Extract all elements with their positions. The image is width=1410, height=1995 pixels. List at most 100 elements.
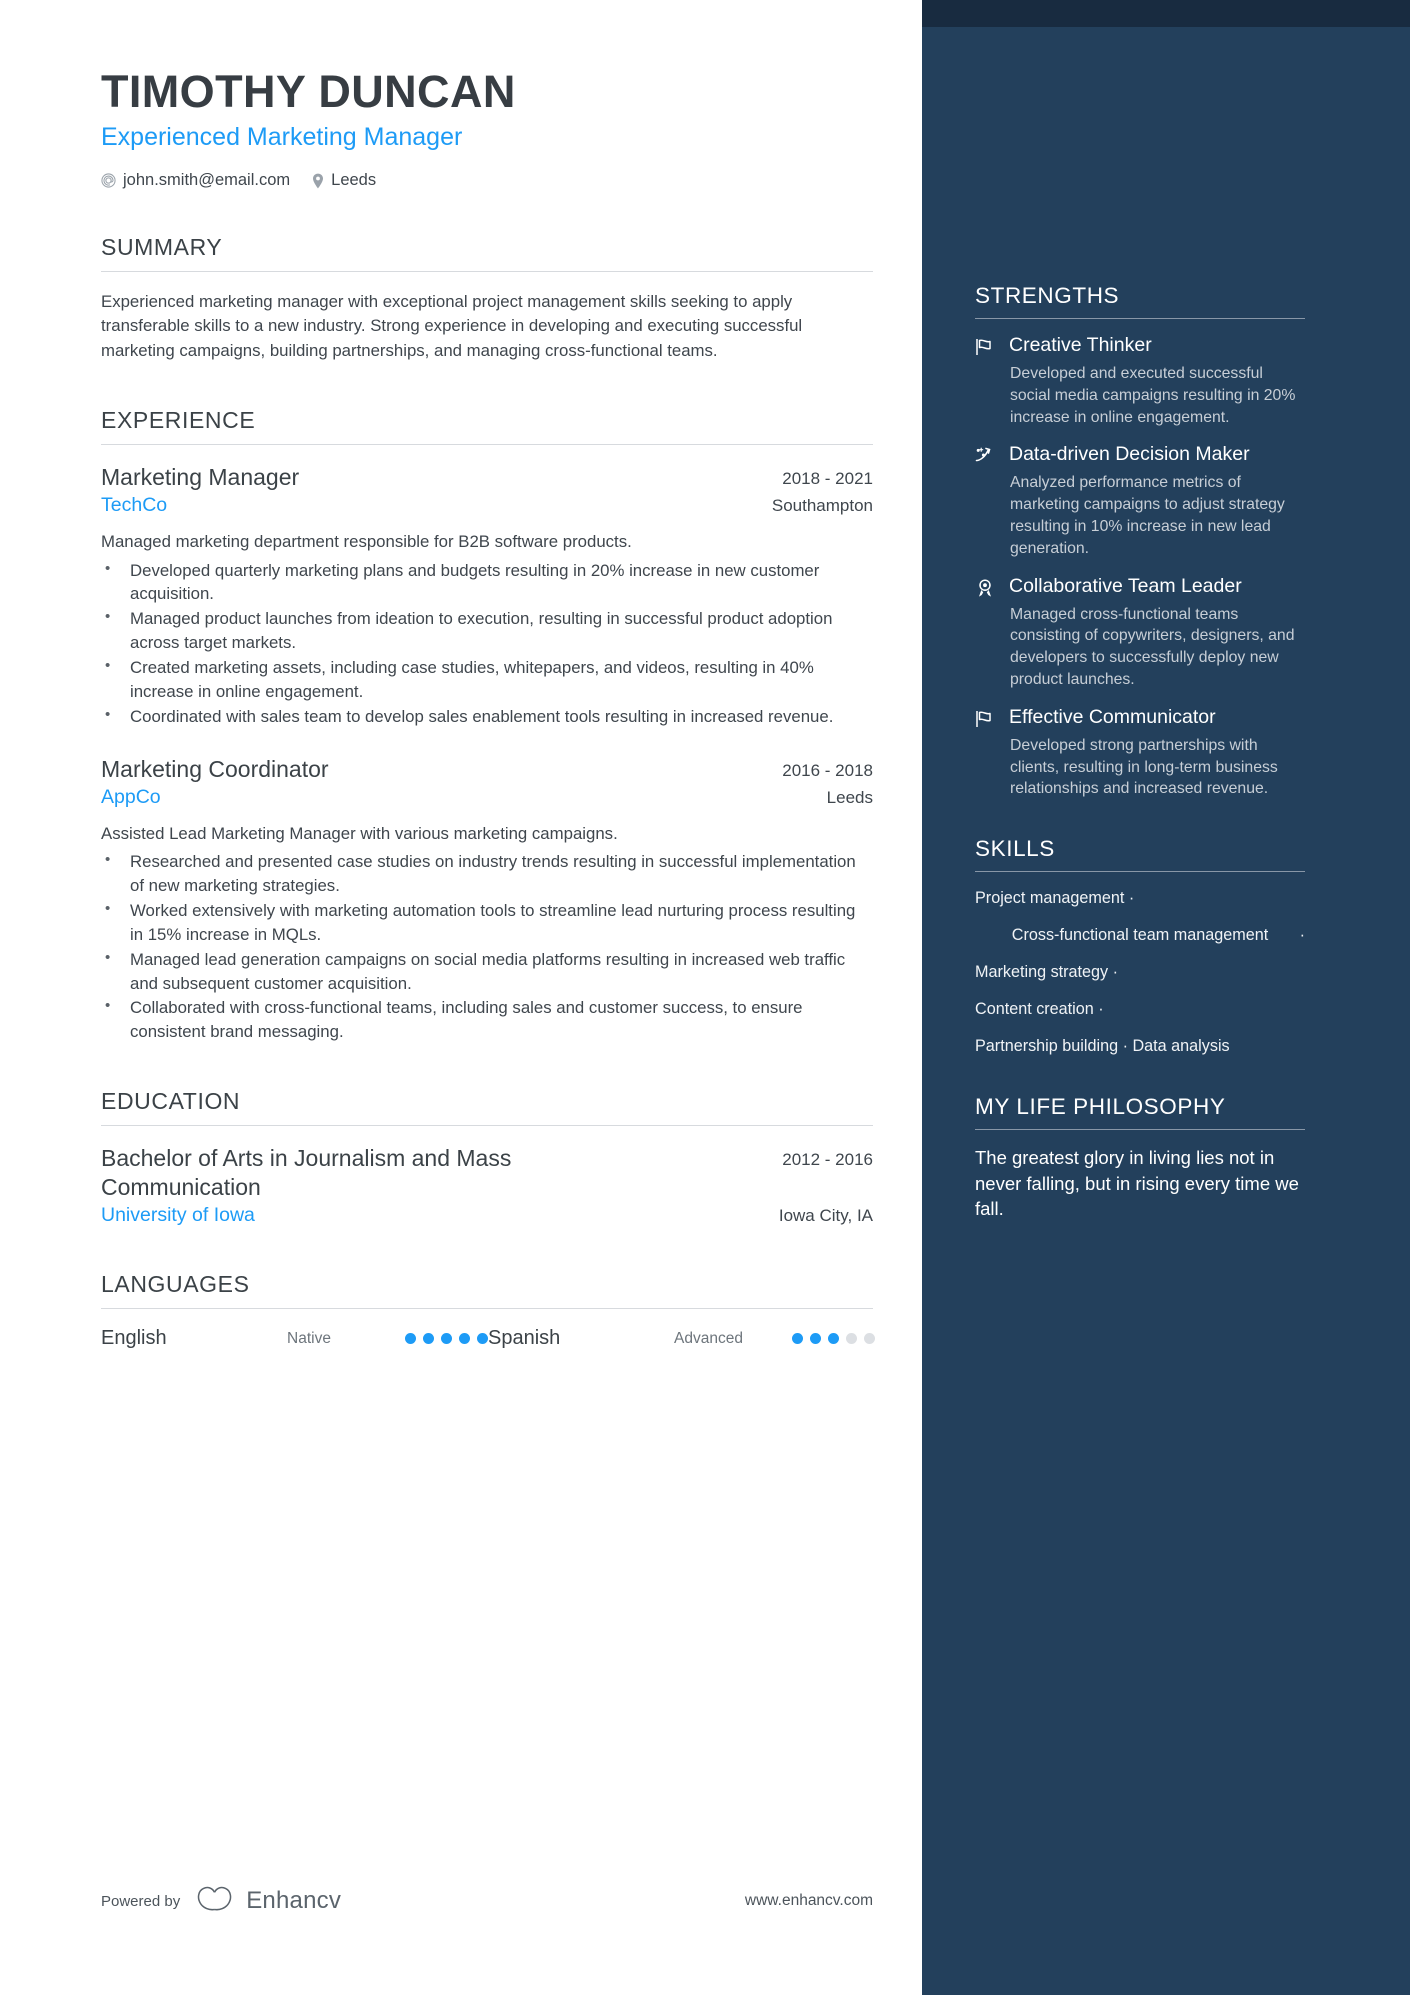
page-title: TIMOTHY DUNCAN (101, 66, 516, 117)
email-icon (101, 173, 116, 188)
enhancv-logo-icon (194, 1885, 236, 1917)
contact-row: john.smith@email.com Leeds (101, 171, 922, 190)
divider (975, 318, 1305, 319)
skill-line: Project management · (975, 889, 1135, 908)
rating-dot (828, 1333, 839, 1345)
experience-entry: Marketing Manager 2018 - 2021 TechCo Sou… (101, 463, 873, 729)
experience-description: Assisted Lead Marketing Manager with var… (101, 823, 618, 843)
list-item: Collaborated with cross-functional teams… (101, 995, 873, 1044)
contact-email[interactable]: john.smith@email.com (101, 171, 290, 190)
education-entry-header: Bachelor of Arts in Journalism and Mass … (101, 1144, 873, 1202)
language-level: Advanced (674, 1329, 743, 1347)
rating-dot (477, 1333, 488, 1345)
brand-lockup: Enhancv (194, 1885, 341, 1917)
section-experience: EXPERIENCE Marketing Manager 2018 - 2021… (101, 407, 873, 1044)
strength-description: Analyzed performance metrics of marketin… (1010, 474, 1285, 557)
strength-body: Effective Communicator Developed strong … (1009, 706, 1305, 800)
experience-entry-header: Marketing Coordinator 2016 - 2018 (101, 755, 873, 784)
strength-body: Creative Thinker Developed and executed … (1009, 334, 1305, 428)
divider (975, 1129, 1305, 1131)
job-title: Experienced Marketing Manager (101, 123, 463, 152)
summary-text: Experienced marketing manager with excep… (101, 292, 803, 360)
education-entry: Bachelor of Arts in Journalism and Mass … (101, 1144, 873, 1227)
language-rating-dots (405, 1333, 488, 1345)
flag-icon (975, 334, 997, 356)
rating-dot (423, 1333, 434, 1345)
list-item: Created marketing assets, including case… (101, 655, 873, 704)
list-item: Coordinated with sales team to develop s… (101, 704, 873, 729)
strength-name: Data-driven Decision Maker (1009, 443, 1250, 466)
footer-url[interactable]: www.enhancv.com (745, 1892, 873, 1910)
powered-by-label: Powered by (101, 1892, 181, 1910)
skills-list: Project management · Cross-functional te… (975, 887, 1305, 1058)
experience-role: Marketing Manager (101, 463, 300, 490)
language-item: English Native (101, 1327, 488, 1350)
sidebar-top-strip (922, 0, 1410, 27)
main-column: TIMOTHY DUNCAN Experienced Marketing Man… (0, 0, 922, 1995)
rating-dot (441, 1333, 452, 1345)
language-rating-dots (792, 1333, 875, 1345)
languages-row: English Native Spanish Advanced (101, 1327, 875, 1350)
contact-location[interactable]: Leeds (312, 171, 376, 190)
divider (101, 271, 873, 273)
divider (101, 1125, 873, 1127)
strength-item: Effective Communicator Developed strong … (975, 706, 1305, 800)
section-title-summary: SUMMARY (101, 234, 223, 261)
skill-line: Cross-functional team management · (975, 924, 1305, 947)
strength-body: Data-driven Decision Maker Analyzed perf… (1009, 443, 1305, 559)
flag-icon (975, 706, 997, 728)
experience-bullets: Researched and presented case studies on… (101, 849, 873, 1044)
section-title-skills: SKILLS (975, 836, 1055, 862)
location-pin-icon (312, 173, 324, 189)
experience-entry-subheader: TechCo Southampton (101, 494, 873, 517)
section-skills: SKILLS Project management · Cross-functi… (975, 836, 1305, 1058)
divider (975, 871, 1305, 873)
section-title-languages: LANGUAGES (101, 1271, 250, 1298)
skill-line: Partnership building · Data analysis (975, 1037, 1230, 1056)
section-strengths: STRENGTHS Creative Thinker Developed and… (975, 283, 1305, 800)
section-title-experience: EXPERIENCE (101, 406, 256, 433)
list-item: Researched and presented case studies on… (101, 849, 873, 898)
skill-line-text: Cross-functional team management (1011, 926, 1269, 945)
strength-item: Collaborative Team Leader Managed cross-… (975, 575, 1305, 691)
strength-name: Effective Communicator (1009, 705, 1216, 728)
section-title-education: EDUCATION (101, 1088, 241, 1115)
strength-description: Developed strong partnerships with clien… (1010, 736, 1278, 798)
section-philosophy: MY LIFE PHILOSOPHY The greatest glory in… (975, 1094, 1305, 1222)
experience-date: 2016 - 2018 (782, 760, 873, 780)
strength-description: Developed and executed successful social… (1010, 364, 1296, 426)
language-name: Spanish (488, 1327, 561, 1350)
experience-company[interactable]: AppCo (101, 786, 161, 809)
experience-location: Leeds (826, 787, 873, 807)
experience-role: Marketing Coordinator (101, 755, 329, 782)
strength-name: Creative Thinker (1009, 334, 1152, 356)
experience-entry: Marketing Coordinator 2016 - 2018 AppCo … (101, 755, 873, 1045)
rating-dot (810, 1333, 821, 1345)
list-item: Developed quarterly marketing plans and … (101, 558, 873, 607)
footer: Powered by Enhancv www.enhancv.com (101, 1885, 873, 1917)
list-item: Worked extensively with marketing automa… (101, 898, 873, 947)
resume-page: TIMOTHY DUNCAN Experienced Marketing Man… (0, 0, 1410, 1995)
divider (101, 443, 873, 445)
contact-email-text: john.smith@email.com (123, 171, 291, 190)
strength-item: Creative Thinker Developed and executed … (975, 334, 1305, 428)
powered-by: Powered by Enhancv (101, 1885, 341, 1917)
language-level: Native (287, 1329, 331, 1347)
experience-description: Managed marketing department responsible… (101, 531, 632, 551)
education-entry-subheader: University of Iowa Iowa City, IA (101, 1204, 873, 1227)
contact-location-text: Leeds (331, 171, 377, 190)
skill-separator-dot: · (1299, 926, 1305, 945)
experience-company[interactable]: TechCo (101, 494, 167, 517)
divider (101, 1308, 873, 1310)
experience-location: Southampton (771, 495, 873, 515)
language-name: English (101, 1327, 167, 1350)
skill-line: Content creation · (975, 1000, 1104, 1019)
experience-entry-subheader: AppCo Leeds (101, 786, 873, 809)
rating-dot (792, 1333, 803, 1345)
skill-line: Marketing strategy · (975, 963, 1119, 982)
rating-dot (459, 1333, 470, 1345)
list-item: Managed product launches from ideation t… (101, 606, 873, 655)
section-summary: SUMMARY Experienced marketing manager wi… (101, 234, 873, 363)
experience-bullets: Developed quarterly marketing plans and … (101, 558, 873, 729)
education-school[interactable]: University of Iowa (101, 1204, 255, 1227)
